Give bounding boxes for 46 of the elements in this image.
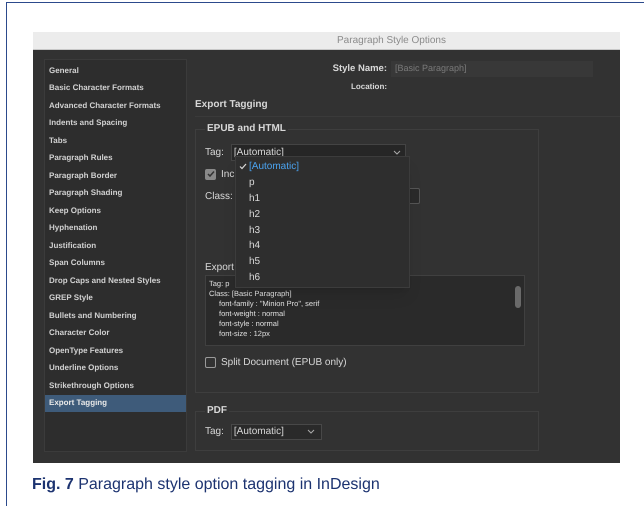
style-name-label: Style Name: bbox=[332, 62, 388, 76]
sidebar-item[interactable]: Underline Options bbox=[45, 360, 186, 377]
tag-select[interactable]: [Automatic] bbox=[230, 424, 322, 440]
sidebar-item[interactable]: Hyphenation bbox=[45, 220, 186, 237]
section-title: Export Tagging bbox=[195, 98, 269, 112]
tag-label: Tag: bbox=[205, 146, 224, 160]
menu-item[interactable]: p bbox=[236, 174, 409, 191]
checkbox-label: Split Document (EPUB only) bbox=[221, 356, 347, 370]
tag-label: Tag: bbox=[205, 425, 224, 439]
sidebar-item[interactable]: Export Tagging bbox=[45, 394, 186, 412]
sidebar-item[interactable]: Character Color bbox=[45, 324, 186, 342]
sidebar-item[interactable]: Basic Character Formats bbox=[45, 80, 186, 97]
sidebar-item[interactable]: GREP Style bbox=[45, 290, 186, 307]
sidebar-item[interactable]: Keep Options bbox=[45, 202, 186, 220]
sidebar-item[interactable]: Tabs bbox=[45, 132, 186, 150]
sidebar-item[interactable]: Indents and Spacing bbox=[45, 114, 186, 132]
checkbox[interactable] bbox=[205, 168, 216, 180]
sidebar-item[interactable]: Paragraph Border bbox=[45, 167, 186, 184]
sidebar-item[interactable]: Paragraph Shading bbox=[45, 184, 186, 202]
window-title: Paragraph Style Options bbox=[33, 32, 620, 50]
menu-item[interactable]: h5 bbox=[236, 254, 409, 270]
sidebar-item[interactable]: Paragraph Rules bbox=[45, 150, 186, 167]
chevron-down-icon bbox=[392, 150, 401, 154]
location-label: Location: bbox=[350, 81, 388, 93]
menu-item[interactable]: h2 bbox=[236, 206, 409, 222]
sidebar-item[interactable]: Drop Caps and Nested Styles bbox=[45, 272, 186, 290]
checkmark-icon bbox=[238, 163, 246, 170]
checkmark-icon bbox=[206, 170, 214, 178]
chevron-down-icon bbox=[306, 429, 315, 434]
sidebar-item[interactable]: OpenType Features bbox=[45, 342, 186, 360]
figure-caption: Fig. 7 Paragraph style option tagging in InDesign bbox=[32, 475, 381, 495]
sidebar-item[interactable]: Advanced Character Formats bbox=[45, 97, 186, 114]
menu-item[interactable]: h4 bbox=[236, 238, 409, 254]
class-label: Class: bbox=[205, 190, 233, 204]
sidebar-item[interactable]: General bbox=[45, 62, 186, 80]
sidebar-item[interactable]: Strikethrough Options bbox=[45, 377, 186, 394]
sidebar-item[interactable]: Bullets and Numbering bbox=[45, 307, 186, 324]
menu-item[interactable]: h1 bbox=[236, 190, 409, 206]
menu-item[interactable]: [Automatic] bbox=[236, 159, 409, 175]
sidebar-item[interactable]: Span Columns bbox=[45, 254, 186, 272]
menu-item[interactable]: h6 bbox=[236, 270, 409, 286]
checkbox-label: Inc bbox=[221, 168, 234, 182]
export-label: Export bbox=[205, 262, 234, 274]
sidebar-item[interactable]: Justification bbox=[45, 237, 186, 254]
menu-item[interactable]: h3 bbox=[236, 222, 409, 238]
checkbox[interactable] bbox=[205, 356, 216, 368]
